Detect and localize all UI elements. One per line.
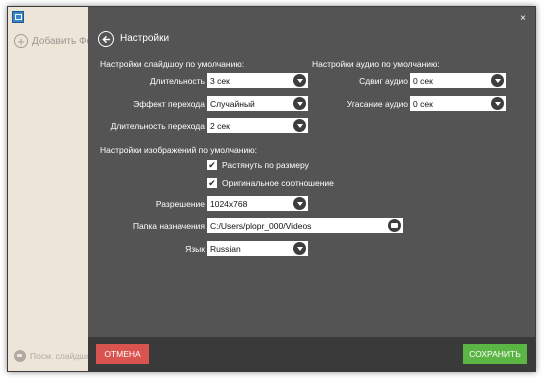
audio-shift-label: Сдвиг аудио: [359, 76, 408, 86]
duration-dropdown[interactable]: 3 сек: [207, 73, 308, 88]
transition-duration-value: 2 сек: [210, 120, 230, 131]
footer-bar: ОТМЕНА СОХРАНИТЬ: [88, 337, 535, 371]
audio-fade-dropdown[interactable]: 0 сек: [410, 96, 506, 111]
save-button[interactable]: СОХРАНИТЬ: [463, 344, 527, 364]
resolution-dropdown[interactable]: 1024x768: [207, 196, 308, 211]
stretch-checkbox-row[interactable]: ✔ Растянуть по размеру: [207, 160, 309, 170]
chevron-down-icon: [491, 74, 504, 87]
transition-duration-dropdown[interactable]: 2 сек: [207, 118, 308, 133]
aspect-checkbox-row[interactable]: ✔ Оригинальное соотношение: [207, 178, 334, 188]
app-logo-icon: [12, 11, 24, 23]
audio-fade-value: 0 сек: [413, 98, 433, 109]
chevron-down-icon: [293, 197, 306, 210]
transition-effect-label: Эффект перехода: [133, 99, 205, 109]
audio-shift-value: 0 сек: [413, 75, 433, 86]
slideshow-section-title: Настройки слайдшоу по умолчанию:: [100, 59, 245, 69]
slideshow-icon: [14, 350, 26, 362]
cancel-button[interactable]: ОТМЕНА: [96, 344, 149, 364]
audio-fade-label: Угасание аудио: [346, 99, 408, 109]
aspect-label: Оригинальное соотношение: [222, 178, 334, 188]
aspect-checkbox[interactable]: ✔: [207, 178, 217, 188]
chevron-down-icon: [293, 242, 306, 255]
chevron-down-icon: [293, 119, 306, 132]
destination-folder-input[interactable]: C:/Users/plopr_000/Videos: [207, 218, 403, 233]
resolution-value: 1024x768: [210, 198, 248, 209]
back-button[interactable]: [98, 31, 114, 47]
folder-icon[interactable]: [388, 219, 401, 232]
plus-icon: +: [14, 34, 28, 48]
view-slideshow-label: Посм. слайдшоу: [30, 351, 95, 361]
duration-label: Длительность: [149, 76, 205, 86]
app-window: + Добавить Фото Посм. слайдшоу × Настрой…: [7, 6, 536, 372]
duration-value: 3 сек: [210, 75, 230, 86]
transition-duration-label: Длительность перехода: [110, 121, 205, 131]
stretch-checkbox[interactable]: ✔: [207, 160, 217, 170]
arrow-left-icon: [101, 35, 110, 43]
audio-section-title: Настройки аудио по умолчанию:: [312, 59, 440, 69]
chevron-down-icon: [293, 97, 306, 110]
close-icon[interactable]: ×: [520, 13, 526, 24]
transition-effect-value: Случайный: [210, 98, 255, 109]
destination-folder-label: Папка назначения: [132, 221, 205, 231]
sidebar: + Добавить Фото Посм. слайдшоу: [8, 7, 102, 371]
destination-folder-value: C:/Users/plopr_000/Videos: [210, 220, 312, 231]
settings-panel: × Настройки Настройки слайдшоу по умолча…: [88, 7, 535, 371]
transition-effect-dropdown[interactable]: Случайный: [207, 96, 308, 111]
language-value: Russian: [210, 243, 241, 254]
chevron-down-icon: [293, 74, 306, 87]
images-section-title: Настройки изображений по умолчанию:: [100, 145, 257, 155]
view-slideshow-button[interactable]: Посм. слайдшоу: [14, 348, 95, 364]
resolution-label: Разрешение: [155, 199, 205, 209]
language-dropdown[interactable]: Russian: [207, 241, 308, 256]
stretch-label: Растянуть по размеру: [222, 160, 309, 170]
language-label: Язык: [185, 244, 205, 254]
page-title: Настройки: [120, 33, 170, 44]
chevron-down-icon: [491, 97, 504, 110]
audio-shift-dropdown[interactable]: 0 сек: [410, 73, 506, 88]
